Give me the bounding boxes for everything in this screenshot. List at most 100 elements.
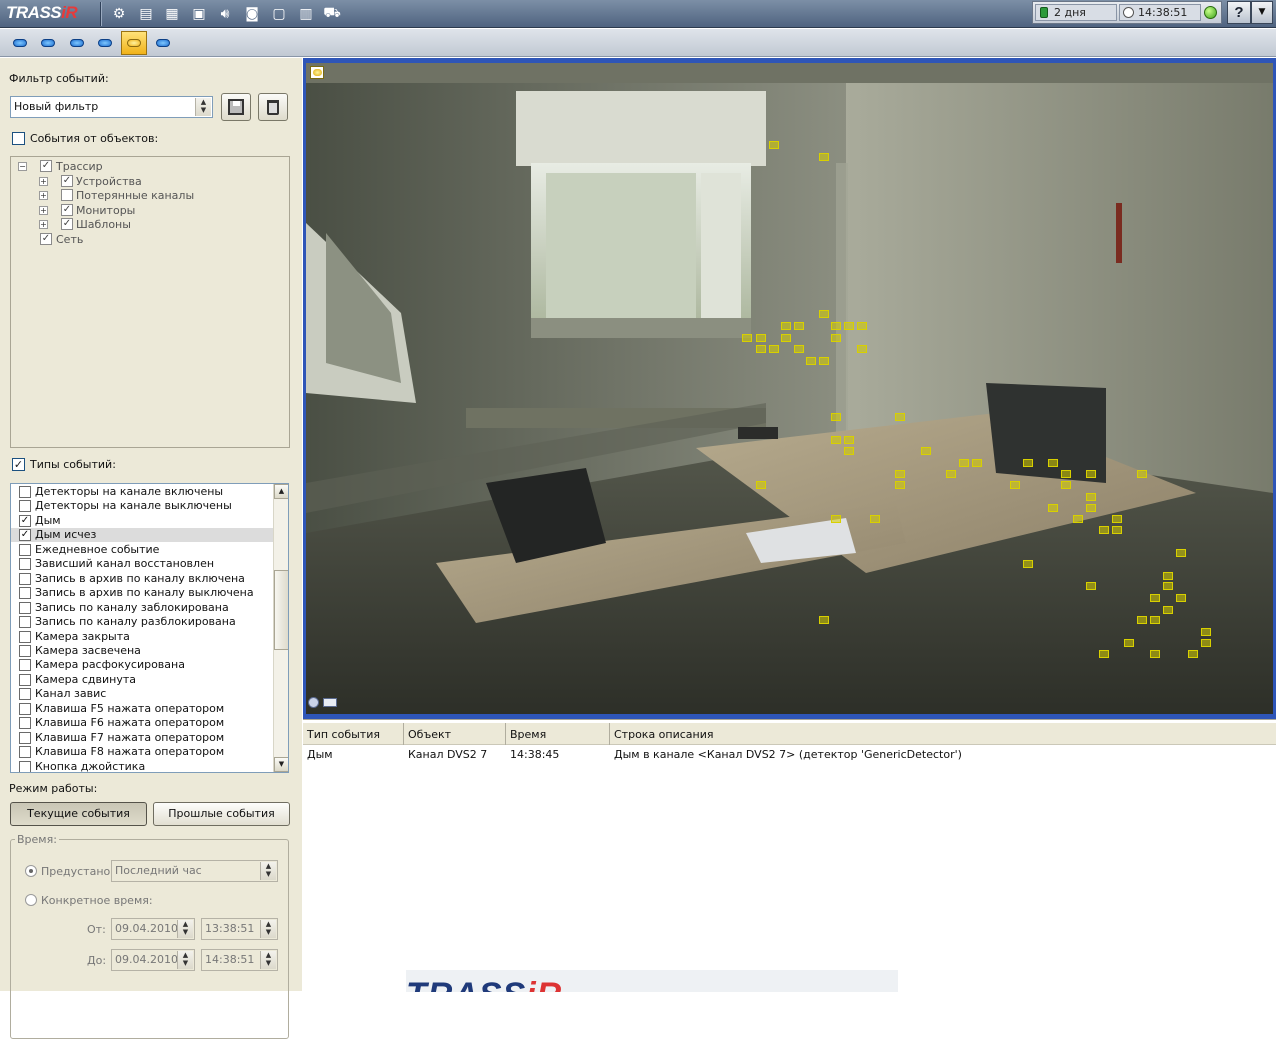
from-time-input[interactable]: 13:38:51 ▲ ▼ [201,918,278,940]
event-type-item[interactable]: Камера сдвинута [11,673,273,687]
table-cell[interactable]: Канал DVS2 7 [408,748,487,761]
event-type-checkbox[interactable] [19,543,31,556]
event-types-scrollbar[interactable]: ▲ ▼ [273,484,288,772]
event-type-checkbox[interactable] [19,760,31,772]
tree-checkbox[interactable] [61,189,73,201]
event-type-checkbox[interactable] [19,731,31,744]
scroll-down-button[interactable]: ▼ [274,757,288,772]
event-type-checkbox[interactable] [19,644,31,657]
gear-icon[interactable]: ⚙ [110,5,128,23]
layout-button-6[interactable] [150,31,176,55]
event-type-checkbox[interactable] [19,746,31,759]
camera-snapshot-icon[interactable] [323,698,337,707]
types-checkbox[interactable]: ✓ [12,458,25,471]
help-button[interactable]: ? [1227,1,1251,24]
event-type-item[interactable]: Камера расфокусирована [11,658,273,672]
tree-checkbox[interactable]: ✓ [61,174,73,187]
objects-checkbox[interactable] [12,132,25,145]
event-type-item[interactable]: Клавиша F5 нажата оператором [11,702,273,716]
event-type-item[interactable]: ✓ Дым [11,514,273,528]
event-type-checkbox[interactable] [19,601,31,614]
delete-filter-button[interactable] [258,93,288,121]
layout-button-4[interactable] [92,31,118,55]
event-type-checkbox[interactable] [19,688,31,701]
table-cell[interactable]: Дым [307,748,333,761]
filter-select[interactable]: Новый фильтр ▲ ▼ [10,96,213,118]
expand-icon[interactable]: + [39,205,48,215]
save-filter-button[interactable] [221,93,251,121]
event-type-checkbox[interactable] [19,659,31,672]
event-type-item[interactable]: Ежедневное событие [11,543,273,557]
ptz-icon[interactable] [308,697,319,708]
detection-zone-marker [895,413,905,421]
event-type-checkbox[interactable] [19,673,31,686]
event-type-item[interactable]: Детекторы на канале выключены [11,499,273,513]
expand-icon[interactable]: + [39,220,48,229]
event-types-list[interactable]: Детекторы на канале включены Детекторы на… [10,483,289,773]
tree-checkbox[interactable]: ✓ [61,218,73,230]
event-type-checkbox[interactable] [19,486,31,498]
event-type-checkbox[interactable] [19,702,31,715]
tree-checkbox[interactable]: ✓ [61,203,73,216]
preset-select[interactable]: Последний час ▲ ▼ [111,860,278,882]
speaker-icon[interactable]: 🔊︎ [216,5,234,23]
layout-button-1[interactable] [7,31,33,55]
scroll-up-button[interactable]: ▲ [274,484,288,499]
event-type-checkbox[interactable]: ✓ [19,529,31,542]
preset-radio[interactable] [25,865,37,877]
table-cell[interactable]: 14:38:45 [510,748,559,761]
channel-indicator[interactable] [310,66,324,79]
event-type-checkbox[interactable] [19,500,31,513]
event-type-item[interactable]: Кнопка джойстика [11,760,273,772]
template-icon[interactable]: ▥ [297,5,315,23]
event-type-checkbox[interactable] [19,572,31,585]
event-type-item[interactable]: Клавиша F8 нажата оператором [11,745,273,759]
event-type-item[interactable]: ✓ Дым исчез [11,528,273,543]
event-type-item[interactable]: Клавиша F6 нажата оператором [11,716,273,730]
layout-button-2[interactable] [35,31,61,55]
tree-checkbox[interactable]: ✓ [40,160,52,172]
layout-button-5[interactable] [121,31,147,55]
bus-icon[interactable]: ⛟ [323,5,341,23]
from-date-input[interactable]: 09.04.2010 ▲ ▼ [111,918,195,940]
tree-checkbox[interactable]: ✓ [40,232,52,245]
scroll-thumb[interactable] [274,570,288,650]
camera-view[interactable] [306,63,1273,714]
column-object[interactable]: Объект [404,723,506,745]
monitor-icon[interactable]: ▢ [270,5,288,23]
specific-time-radio[interactable] [25,894,37,906]
table-cell[interactable]: Дым в канале <Канал DVS2 7> (детектор 'G… [614,748,962,761]
expand-icon[interactable]: + [39,176,48,186]
help-dropdown-button[interactable]: ▼ [1251,1,1273,24]
event-type-item[interactable]: Камера засвечена [11,644,273,658]
expand-icon[interactable]: − [18,162,27,171]
layout-icon[interactable]: ▣ [190,5,208,23]
event-type-item[interactable]: Клавиша F7 нажата оператором [11,731,273,745]
column-event-type[interactable]: Тип события [303,723,404,745]
layout-button-3[interactable] [64,31,90,55]
event-type-item[interactable]: Запись по каналу заблокирована [11,601,273,615]
column-time[interactable]: Время [506,723,610,745]
event-type-item[interactable]: Камера закрыта [11,630,273,644]
event-type-item[interactable]: Запись в архив по каналу включена [11,572,273,586]
to-time-input[interactable]: 14:38:51 ▲ ▼ [201,949,278,971]
event-type-checkbox[interactable] [19,630,31,643]
record-icon[interactable]: ◙ [243,5,261,23]
list-view-icon[interactable]: ▤ [137,5,155,23]
current-events-button[interactable]: Текущие события [10,802,147,826]
event-type-checkbox[interactable] [19,558,31,571]
event-type-item[interactable]: Детекторы на канале включены [11,485,273,499]
event-type-checkbox[interactable] [19,587,31,600]
event-type-item[interactable]: Зависший канал восстановлен [11,557,273,571]
event-type-checkbox[interactable]: ✓ [19,514,31,527]
event-type-item[interactable]: Канал завис [11,687,273,701]
expand-icon[interactable]: + [39,191,48,200]
grid-view-icon[interactable]: ▦ [163,5,181,23]
column-description[interactable]: Строка описания [610,723,1276,745]
event-type-item[interactable]: Запись по каналу разблокирована [11,615,273,629]
to-date-input[interactable]: 09.04.2010 ▲ ▼ [111,949,195,971]
event-type-item[interactable]: Запись в архив по каналу выключена [11,586,273,600]
event-type-checkbox[interactable] [19,717,31,730]
past-events-button[interactable]: Прошлые события [153,802,290,826]
event-type-checkbox[interactable] [19,616,31,629]
